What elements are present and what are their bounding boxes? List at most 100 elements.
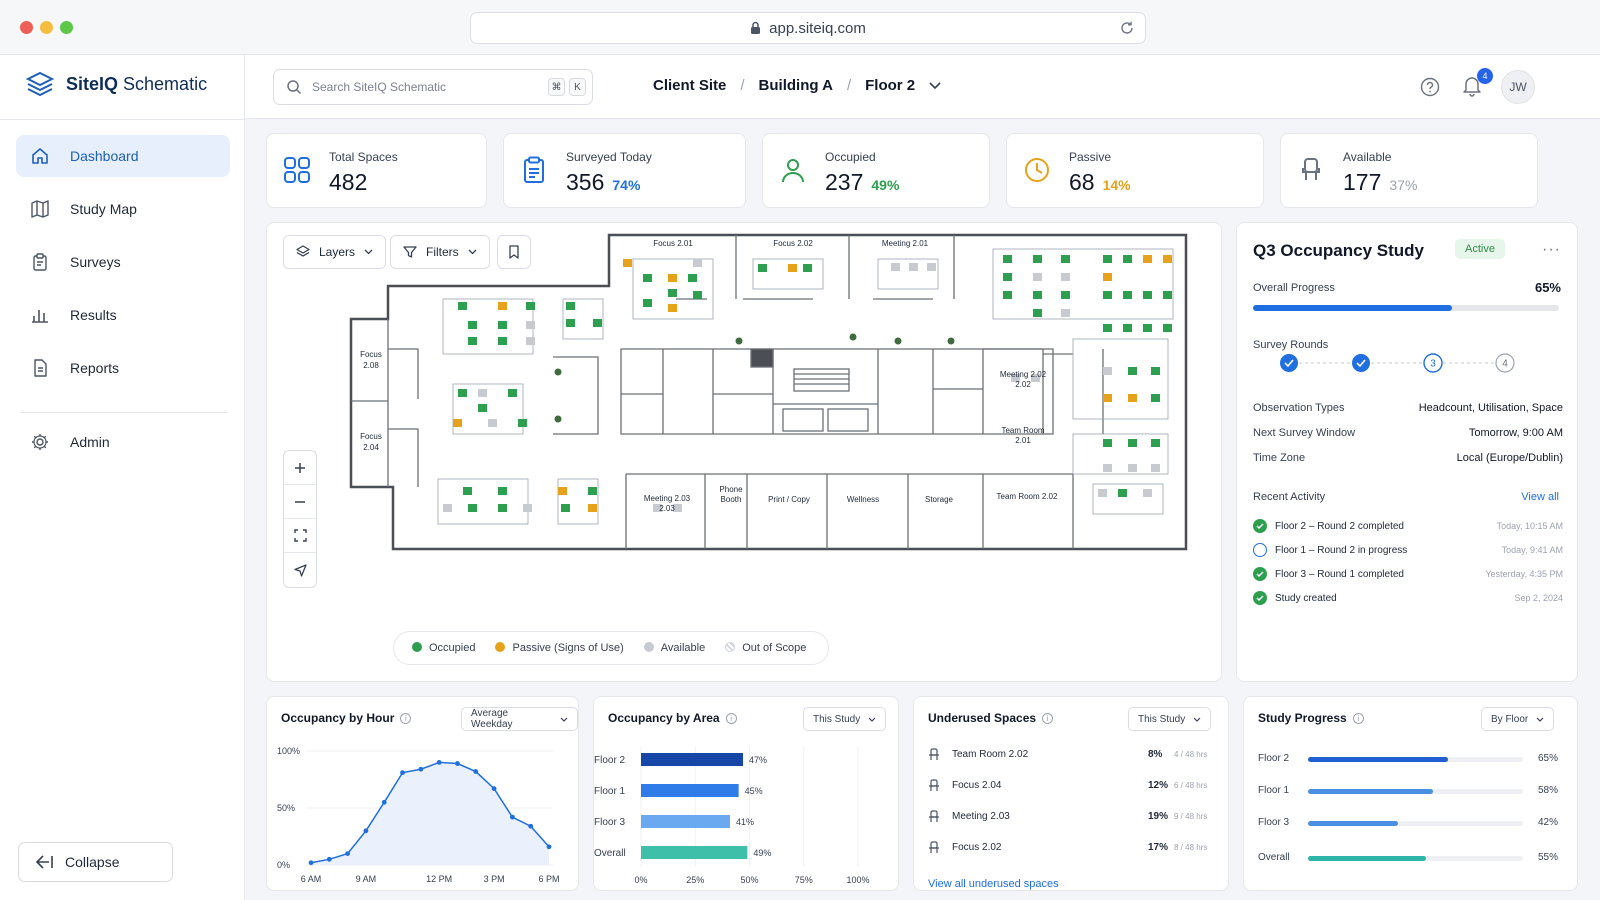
room-focus-2-04-label[interactable]: Focus [360, 432, 382, 441]
row-label: Overall [1258, 852, 1290, 863]
room-meeting-2-03-label[interactable]: Meeting 2.03 [644, 494, 691, 503]
breadcrumb-client-site[interactable]: Client Site [653, 77, 726, 94]
period-select[interactable]: Average Weekday [461, 707, 578, 731]
room-meeting-2-01[interactable]: Meeting 2.01 [882, 239, 929, 248]
row-percent: 42% [1538, 817, 1559, 828]
round-4-step[interactable]: 4 [1495, 353, 1515, 373]
sidebar-item-surveys[interactable]: Surveys [16, 241, 230, 283]
category-label: Overall [594, 848, 626, 859]
underused-row[interactable]: Meeting 2.03 19% 9 / 48 hrs [928, 808, 1213, 824]
room-phone-booth-number[interactable]: Booth [721, 495, 742, 504]
space-name: Team Room 2.02 [952, 748, 1029, 760]
room-focus-2-04-number[interactable]: 2.04 [363, 443, 379, 452]
room-print-copy[interactable]: Print / Copy [768, 495, 810, 504]
round-1-step[interactable] [1280, 354, 1298, 372]
maximize-window-dot[interactable] [60, 21, 73, 34]
category-label: Floor 1 [594, 786, 626, 797]
round-3-step[interactable]: 3 [1423, 353, 1443, 373]
kpi-occupied: Occupied 237 49% [762, 133, 990, 208]
room-team-2-01-label[interactable]: Team Room [1001, 426, 1044, 435]
group-by-select[interactable]: By Floor [1481, 707, 1555, 731]
sidebar-item-admin[interactable]: Admin [16, 421, 230, 463]
room-storage[interactable]: Storage [925, 495, 954, 504]
info-icon[interactable]: i [725, 712, 737, 724]
row-percent: 55% [1538, 852, 1559, 863]
underused-row[interactable]: Focus 2.02 17% 8 / 48 hrs [928, 839, 1213, 855]
url-text: app.siteiq.com [769, 19, 866, 37]
info-icon[interactable]: i [400, 712, 412, 724]
meta-key: Time Zone [1253, 452, 1306, 464]
room-wellness[interactable]: Wellness [847, 495, 879, 504]
close-window-dot[interactable] [20, 21, 33, 34]
shortcut-key-k: K [569, 78, 586, 96]
breadcrumb-floor[interactable]: Floor 2 [865, 77, 915, 94]
sidebar-item-study-map[interactable]: Study Map [16, 188, 230, 230]
fit-view-button[interactable] [284, 519, 316, 553]
activity-item[interactable]: Floor 2 – Round 2 completed Today, 10:15 … [1253, 519, 1563, 533]
x-tick-label: 3 PM [484, 874, 505, 884]
avatar[interactable]: JW [1501, 70, 1535, 104]
activity-item[interactable]: Floor 1 – Round 2 in progress Today, 9:41… [1253, 543, 1563, 557]
view-all-underused-link[interactable]: View all underused spaces [928, 878, 1059, 890]
round-4-number: 4 [1502, 359, 1508, 370]
floor-map-panel: Layers Filters Focus 2.01 Focus 2.02 Mee… [266, 222, 1222, 682]
kpi-available: Available 177 37% [1280, 133, 1538, 208]
card-title: Occupancy by Hour i [281, 711, 412, 725]
meta-value: Headcount, Utilisation, Space [1418, 402, 1563, 414]
x-tick-label: 6 PM [538, 874, 559, 884]
arrow-left-icon [35, 855, 53, 869]
help-icon[interactable] [1420, 77, 1440, 97]
shortcut-key-cmd: ⌘ [548, 78, 565, 96]
room-focus-2-08-label[interactable]: Focus [360, 350, 382, 359]
space-percent: 12% [1148, 779, 1169, 791]
activity-item[interactable]: Floor 3 – Round 1 completed Yesterday, 4:… [1253, 567, 1563, 581]
room-team-2-01-number[interactable]: 2.01 [1015, 436, 1031, 445]
floor-plan[interactable]: Focus 2.01 Focus 2.02 Meeting 2.01 Focus… [343, 229, 1193, 554]
room-focus-2-02[interactable]: Focus 2.02 [773, 239, 813, 248]
address-bar[interactable]: app.siteiq.com [470, 12, 1146, 44]
zoom-in-button[interactable] [284, 451, 316, 485]
underused-row[interactable]: Focus 2.04 12% 6 / 48 hrs [928, 777, 1213, 793]
reload-icon[interactable] [1119, 20, 1135, 36]
room-meeting-2-02-number[interactable]: 2.02 [1015, 380, 1031, 389]
sidebar-item-reports[interactable]: Reports [16, 347, 230, 389]
collapse-button[interactable]: Collapse [18, 842, 173, 882]
meta-key: Observation Types [1253, 402, 1345, 414]
room-phone-booth-label[interactable]: Phone [719, 485, 743, 494]
minus-icon [295, 500, 305, 503]
hatched-dot-icon [725, 642, 736, 652]
sidebar-item-results[interactable]: Results [16, 294, 230, 336]
room-focus-2-01[interactable]: Focus 2.01 [653, 239, 693, 248]
data-point [491, 786, 497, 792]
info-icon[interactable]: i [1042, 712, 1054, 724]
category-label: Floor 3 [594, 817, 626, 828]
room-team-2-02[interactable]: Team Room 2.02 [997, 492, 1058, 501]
underused-row[interactable]: Team Room 2.02 8% 4 / 48 hrs [928, 746, 1213, 762]
app-logo[interactable]: SiteIQ Schematic [26, 71, 207, 97]
occupancy-by-hour-chart: 100% 50% 0% 6 AM 9 AM 12 PM 3 PM 6 PM [277, 746, 560, 884]
search-input[interactable]: Search SiteIQ Schematic ⌘ K [273, 69, 593, 105]
occupied-dot-icon [412, 642, 422, 652]
view-all-link[interactable]: View all [1521, 491, 1559, 503]
activity-item[interactable]: Study created Sep 2, 2024 [1253, 591, 1563, 605]
chevron-down-icon[interactable] [929, 81, 941, 90]
room-meeting-2-02-label[interactable]: Meeting 2.02 [1000, 370, 1047, 379]
minimize-window-dot[interactable] [40, 21, 53, 34]
zoom-out-button[interactable] [284, 485, 316, 519]
room-focus-2-08-number[interactable]: 2.08 [363, 361, 379, 370]
kpi-percent: 49% [871, 177, 900, 193]
meta-value: Local (Europe/Dublin) [1456, 452, 1563, 464]
breadcrumb-building[interactable]: Building A [759, 77, 833, 94]
more-options-icon[interactable]: ··· [1542, 241, 1561, 259]
period-select[interactable]: This Study [1128, 707, 1212, 731]
legend-available: Available [643, 642, 705, 654]
chevron-down-icon [560, 717, 568, 722]
info-icon[interactable]: i [1352, 712, 1364, 724]
room-meeting-2-03-number[interactable]: 2.03 [659, 504, 675, 513]
period-select[interactable]: This Study [803, 707, 887, 731]
round-2-step[interactable] [1352, 354, 1370, 372]
x-tick-label: 0% [634, 875, 647, 885]
sidebar-item-label: Surveys [70, 254, 121, 270]
locate-button[interactable] [284, 553, 316, 587]
sidebar-item-dashboard[interactable]: Dashboard [16, 135, 230, 177]
